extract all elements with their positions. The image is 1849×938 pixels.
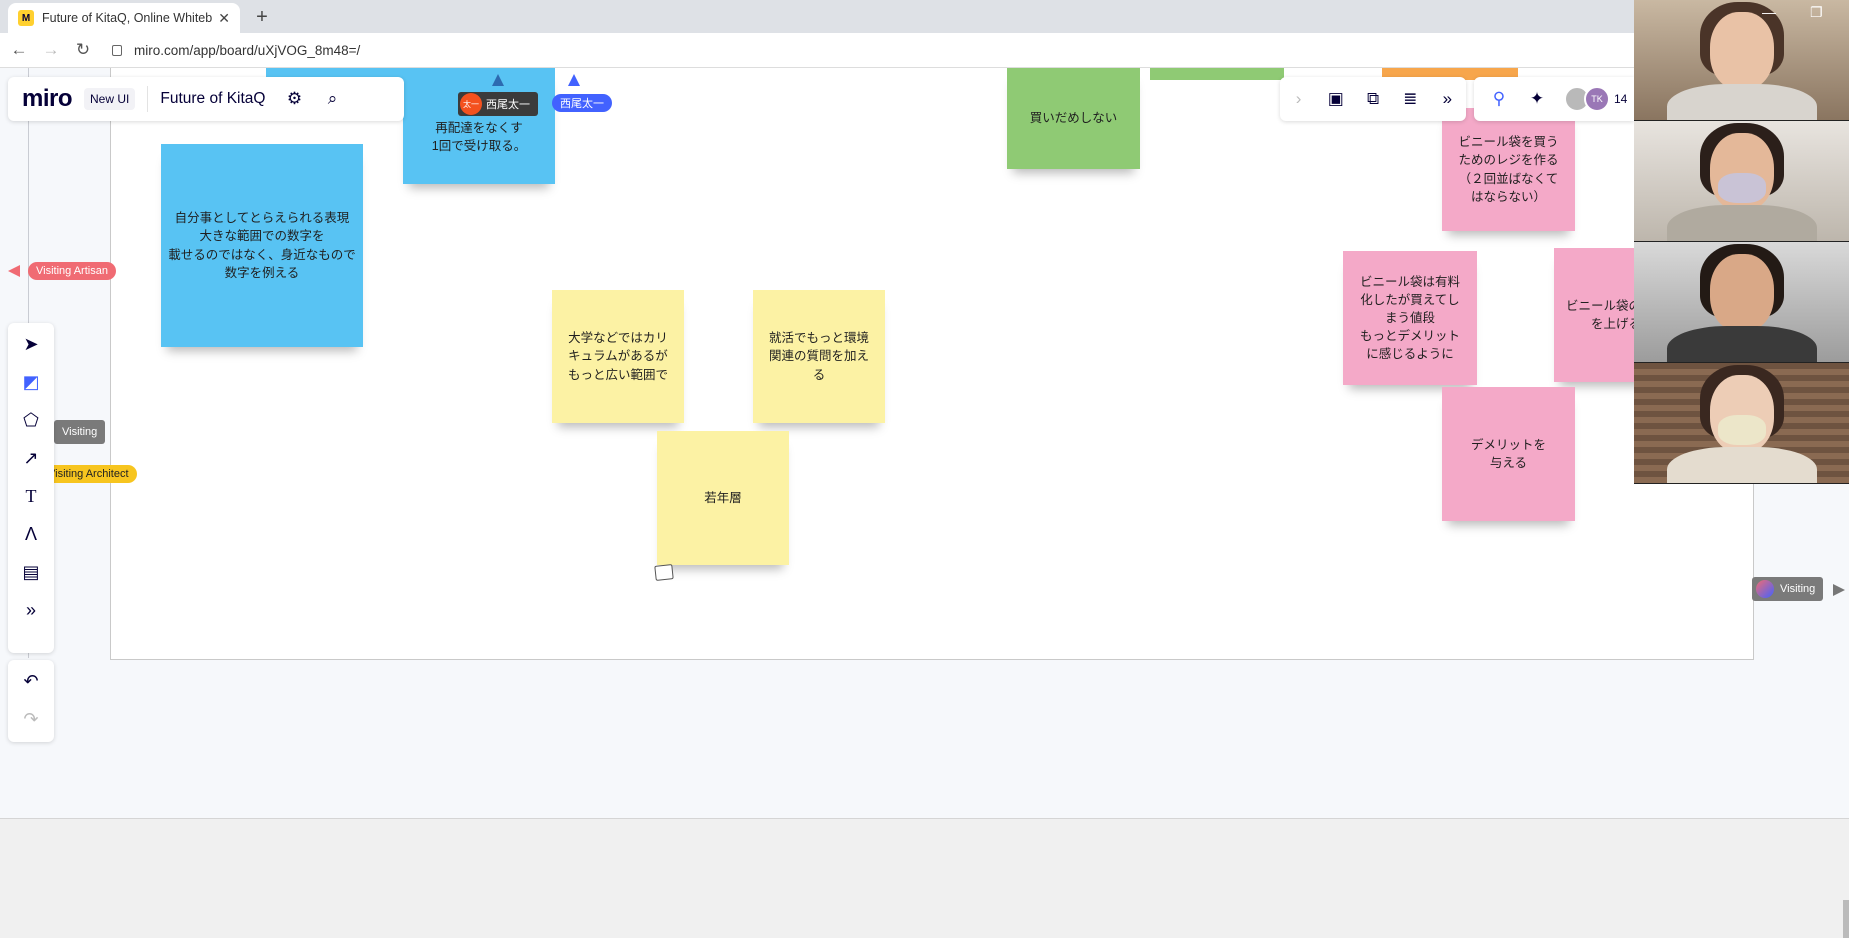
sticky-note[interactable] (1150, 68, 1284, 80)
scrollbar[interactable] (1843, 900, 1849, 938)
cursor-arrow-icon (568, 74, 580, 86)
divider (147, 86, 149, 112)
restore-icon[interactable]: ❐ (1810, 4, 1823, 21)
sticky-note-cursor-icon (654, 564, 674, 581)
miro-share-toolbar: ⚲ ✦ TK 14 (1474, 77, 1634, 121)
sticky-note-delivery[interactable]: 宅配便 再配達をなくす 1回で受け取る。 (403, 68, 555, 184)
video-tile-2[interactable] (1634, 121, 1849, 242)
participant-body (1666, 84, 1817, 120)
sticky-note-young[interactable]: 若年層 (657, 431, 789, 565)
cursor-label-user2: 西尾太一 (552, 94, 612, 112)
search-icon[interactable]: ⌕ (317, 84, 347, 114)
cursor-label-architect: Visiting Architect (40, 465, 137, 483)
filter-icon[interactable]: ⚲ (1484, 84, 1514, 114)
participant-mask (1717, 415, 1766, 445)
chevron-right-icon[interactable]: › (1284, 84, 1313, 114)
reload-icon[interactable]: ↻ (70, 37, 96, 63)
sticky-note-demerit[interactable]: デメリットを 与える (1442, 387, 1575, 521)
sticky-note-own-matter[interactable]: 自分事としてとらえられる表現 大きな範囲での数字を 載せるのではなく、身近なもの… (161, 144, 363, 347)
new-tab-button[interactable]: + (250, 5, 274, 29)
present-icon[interactable]: ⧉ (1358, 84, 1387, 114)
pen-tool-icon[interactable]: Λ (14, 517, 48, 551)
reactions-icon[interactable]: ▣ (1321, 84, 1350, 114)
cursor-arrow-icon (1833, 584, 1845, 596)
celebrate-icon[interactable]: ✦ (1522, 84, 1552, 114)
screen: M Future of KitaQ, Online Whitebo ✕ + ← … (0, 0, 1849, 938)
avatar-initials[interactable]: TK (1584, 86, 1610, 112)
creation-toolbar: ➤ ◩ ⬠ ↗ T Λ ▤ » (8, 323, 54, 653)
text-tool-icon[interactable]: T (14, 479, 48, 513)
participant-face (1709, 12, 1774, 90)
forward-icon[interactable]: → (38, 37, 64, 63)
back-icon[interactable]: ← (6, 37, 32, 63)
participant-body (1666, 326, 1817, 362)
comment-tool-icon[interactable]: ▤ (14, 555, 48, 589)
shapes-tool-icon[interactable]: ⬠ (14, 403, 48, 437)
cursor-label-artisan: Visiting Artisan (28, 262, 116, 280)
sticky-note-register[interactable]: ビニール袋を買う ためのレジを作る （２回並ばなくて はならない） (1442, 108, 1575, 231)
participant-body (1666, 205, 1817, 241)
cursor-label-user1: 太一 西尾太一 (458, 92, 538, 116)
undo-redo-toolbar: ↶ ↷ (8, 660, 54, 742)
miro-board-header: miro New UI Future of KitaQ ⚙ ⌕ (8, 77, 404, 121)
visitor-avatar-icon (1756, 580, 1774, 598)
more-icon[interactable]: » (1433, 84, 1462, 114)
address-bar: ← → ↻ miro.com/app/board/uXjVOG_8m48=/ (0, 33, 1634, 68)
miro-favicon-icon: M (18, 10, 34, 26)
collaborator-count[interactable]: 14 (1614, 92, 1627, 106)
sticky-note-paid-bags[interactable]: ビニール袋は有料 化したが買えてし まう値段 もっとデメリット に感じるように (1343, 251, 1477, 385)
video-tile-4[interactable] (1634, 363, 1849, 484)
tab-title: Future of KitaQ, Online Whitebo (42, 11, 213, 25)
below-board-area (0, 818, 1849, 938)
cursor-label-visiting-right: Visiting (1752, 577, 1824, 601)
sticky-note-curriculum[interactable]: 大学などではカリ キュラムがあるが もっと広い範囲で (552, 290, 684, 423)
cursor-label-visiting: Visiting (54, 420, 106, 444)
board-canvas[interactable]: 宅配便 再配達をなくす 1回で受け取る。 自分事としてとらえられる表現 大きな範… (0, 68, 1849, 818)
browser-tab[interactable]: M Future of KitaQ, Online Whitebo ✕ (8, 3, 240, 33)
close-icon[interactable]: ✕ (218, 10, 230, 27)
user-avatar-icon: 太一 (460, 93, 482, 115)
url-text: miro.com/app/board/uXjVOG_8m48=/ (134, 42, 361, 58)
participant-face (1709, 254, 1774, 332)
miro-collab-toolbar: › ▣ ⧉ ≣ » (1280, 77, 1466, 121)
notes-icon[interactable]: ≣ (1396, 84, 1425, 114)
select-tool-icon[interactable]: ➤ (14, 327, 48, 361)
participant-mask (1717, 173, 1766, 203)
cursor-arrow-icon (492, 74, 504, 86)
lock-icon (112, 44, 122, 56)
participant-body (1666, 447, 1817, 483)
url-field[interactable]: miro.com/app/board/uXjVOG_8m48=/ (112, 43, 360, 58)
cursor-label-user1-text: 西尾太一 (486, 99, 530, 111)
video-tile-3[interactable] (1634, 242, 1849, 363)
cursor-arrow-icon (8, 265, 20, 277)
minimize-icon[interactable]: — (1762, 4, 1776, 20)
redo-icon[interactable]: ↷ (14, 702, 48, 736)
sticky-note-tool-icon[interactable]: ◩ (14, 365, 48, 399)
miro-logo[interactable]: miro (22, 85, 73, 113)
board-name[interactable]: Future of KitaQ (160, 90, 265, 108)
settings-icon[interactable]: ⚙ (279, 84, 309, 114)
sticky-note-job-hunting[interactable]: 就活でもっと環境 関連の質問を加え る (753, 290, 885, 423)
new-ui-button[interactable]: New UI (84, 88, 136, 110)
arrow-tool-icon[interactable]: ↗ (14, 441, 48, 475)
browser-tab-bar: M Future of KitaQ, Online Whitebo ✕ + (0, 0, 1634, 33)
undo-icon[interactable]: ↶ (14, 664, 48, 698)
visiting-right-text: Visiting (1780, 583, 1816, 595)
sticky-note-no-stockpile[interactable]: 買いだめしない (1007, 68, 1140, 169)
more-tools-icon[interactable]: » (14, 593, 48, 627)
